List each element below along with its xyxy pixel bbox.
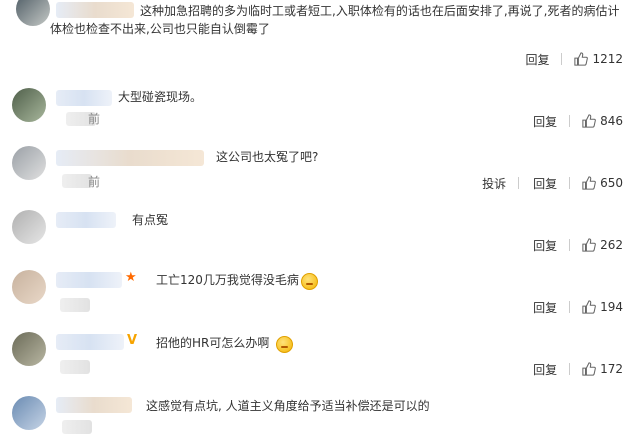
divider: [518, 177, 520, 189]
like-button[interactable]: 194: [582, 300, 623, 314]
thumbs-up-icon: [582, 176, 596, 190]
reply-button[interactable]: 回复: [525, 51, 549, 68]
username-blurred[interactable]: [56, 272, 122, 288]
timestamp-fragment: 前: [88, 175, 101, 189]
like-count: 1212: [592, 52, 623, 66]
username-blurred[interactable]: [56, 150, 204, 166]
divider: [569, 301, 571, 313]
username-blurred[interactable]: [56, 334, 124, 350]
username-blurred[interactable]: [56, 90, 112, 106]
avatar[interactable]: [16, 0, 50, 26]
comment-actions: 回复 194: [519, 298, 623, 316]
reply-button[interactable]: 回复: [533, 113, 557, 130]
vip-badge-icon: V: [127, 333, 138, 348]
avatar[interactable]: [12, 270, 46, 304]
username-blurred[interactable]: [56, 397, 132, 413]
like-button[interactable]: 262: [582, 238, 623, 252]
comment-text: 大型碰瓷现场。: [118, 90, 203, 104]
comment-text: 工亡120几万我觉得没毛病: [156, 273, 299, 287]
thumbs-up-icon: [582, 238, 596, 252]
thumbs-up-icon: [582, 114, 596, 128]
avatar[interactable]: [12, 332, 46, 366]
divider: [561, 53, 563, 65]
like-count: 172: [600, 362, 623, 376]
comment-text: 有点冤: [132, 213, 169, 227]
divider: [569, 239, 571, 251]
wink-emoji-icon: [276, 336, 293, 353]
comment-actions: 回复 1212: [511, 50, 623, 68]
comment-actions: 回复 172: [519, 360, 623, 378]
like-count: 262: [600, 238, 623, 252]
like-button[interactable]: 650: [582, 176, 623, 190]
reply-button[interactable]: 回复: [533, 299, 557, 316]
username-blurred[interactable]: [56, 212, 116, 228]
like-count: 194: [600, 300, 623, 314]
avatar[interactable]: [12, 396, 46, 430]
timestamp-blurred: [62, 420, 92, 434]
thumbs-up-icon: [574, 52, 589, 66]
divider: [569, 115, 571, 127]
comment-text: 招他的HR可怎么办啊: [156, 336, 270, 350]
comment-actions: 回复 846: [519, 112, 623, 130]
timestamp-blurred: [60, 298, 90, 312]
like-count: 846: [600, 114, 623, 128]
divider: [569, 177, 571, 189]
comment-text: 这公司也太冤了吧?: [216, 150, 319, 164]
avatar[interactable]: [12, 88, 46, 122]
thumbs-up-icon: [582, 362, 596, 376]
comment-actions: 回复 262: [519, 236, 623, 254]
like-button[interactable]: 172: [582, 362, 623, 376]
like-button[interactable]: 846: [582, 114, 623, 128]
report-button[interactable]: 投诉: [482, 175, 506, 192]
like-button[interactable]: 1212: [574, 52, 623, 66]
reply-button[interactable]: 回复: [533, 237, 557, 254]
comment-text: 这感觉有点坑, 人道主义角度给予适当补偿还是可以的: [146, 399, 430, 413]
thumbs-up-icon: [582, 300, 596, 314]
star-badge-icon: ★: [125, 270, 137, 285]
avatar[interactable]: [12, 146, 46, 180]
comment-actions: 投诉 回复 650: [468, 174, 623, 192]
reply-button[interactable]: 回复: [533, 175, 557, 192]
avatar[interactable]: [12, 210, 46, 244]
comment-text: 这种加急招聘的多为临时工或者短工,入职体检有的话也在后面安排了,再说了,死者的病…: [50, 4, 620, 36]
like-count: 650: [600, 176, 623, 190]
timestamp-fragment: 前: [88, 112, 101, 126]
timestamp-blurred: [60, 360, 90, 374]
smile-emoji-icon: [301, 273, 318, 290]
divider: [569, 363, 571, 375]
reply-button[interactable]: 回复: [533, 361, 557, 378]
